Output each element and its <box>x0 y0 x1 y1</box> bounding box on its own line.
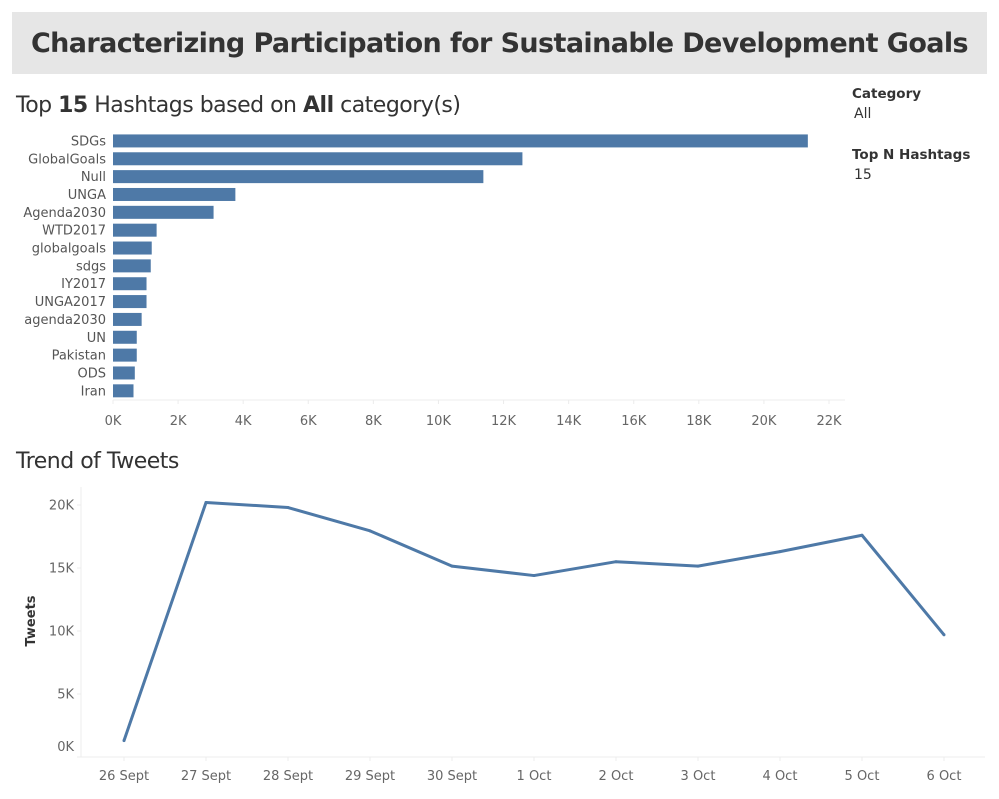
x-tick-label: 28 Sept <box>263 769 313 784</box>
x-tick-label: 2 Oct <box>599 769 634 784</box>
data-point <box>532 574 536 578</box>
tweet-trend-chart: 0K 5K 10K 15K 20K Tweets 26 Sept 27 Sept 28 Sept… <box>24 487 985 784</box>
x-tick-label: 26 Sept <box>99 769 149 784</box>
x-tick-label: 30 Sept <box>427 769 477 784</box>
x-tick-label: 3 Oct <box>681 769 716 784</box>
x-tick-label: 4 Oct <box>763 769 798 784</box>
data-point <box>942 633 946 637</box>
data-point <box>696 564 700 568</box>
data-point <box>778 550 782 554</box>
y-tick-label: 0K <box>57 740 74 755</box>
data-point <box>122 739 126 743</box>
y-tick-label: 10K <box>49 625 75 640</box>
data-point <box>368 529 372 533</box>
x-tick-label: 6 Oct <box>927 769 962 784</box>
data-point <box>286 506 290 510</box>
x-tick-label: 29 Sept <box>345 769 395 784</box>
x-tick-label: 5 Oct <box>845 769 880 784</box>
y-axis-title: Tweets <box>24 595 39 646</box>
data-point <box>614 560 618 564</box>
y-tick-label: 5K <box>57 688 74 703</box>
data-point <box>860 533 864 537</box>
y-tick-label: 20K <box>49 499 75 514</box>
y-tick-label: 15K <box>49 562 75 577</box>
x-tick-label: 1 Oct <box>517 769 552 784</box>
data-point <box>204 500 208 504</box>
x-tick-label: 27 Sept <box>181 769 231 784</box>
data-point <box>450 564 454 568</box>
series-line-tweets <box>122 500 946 742</box>
